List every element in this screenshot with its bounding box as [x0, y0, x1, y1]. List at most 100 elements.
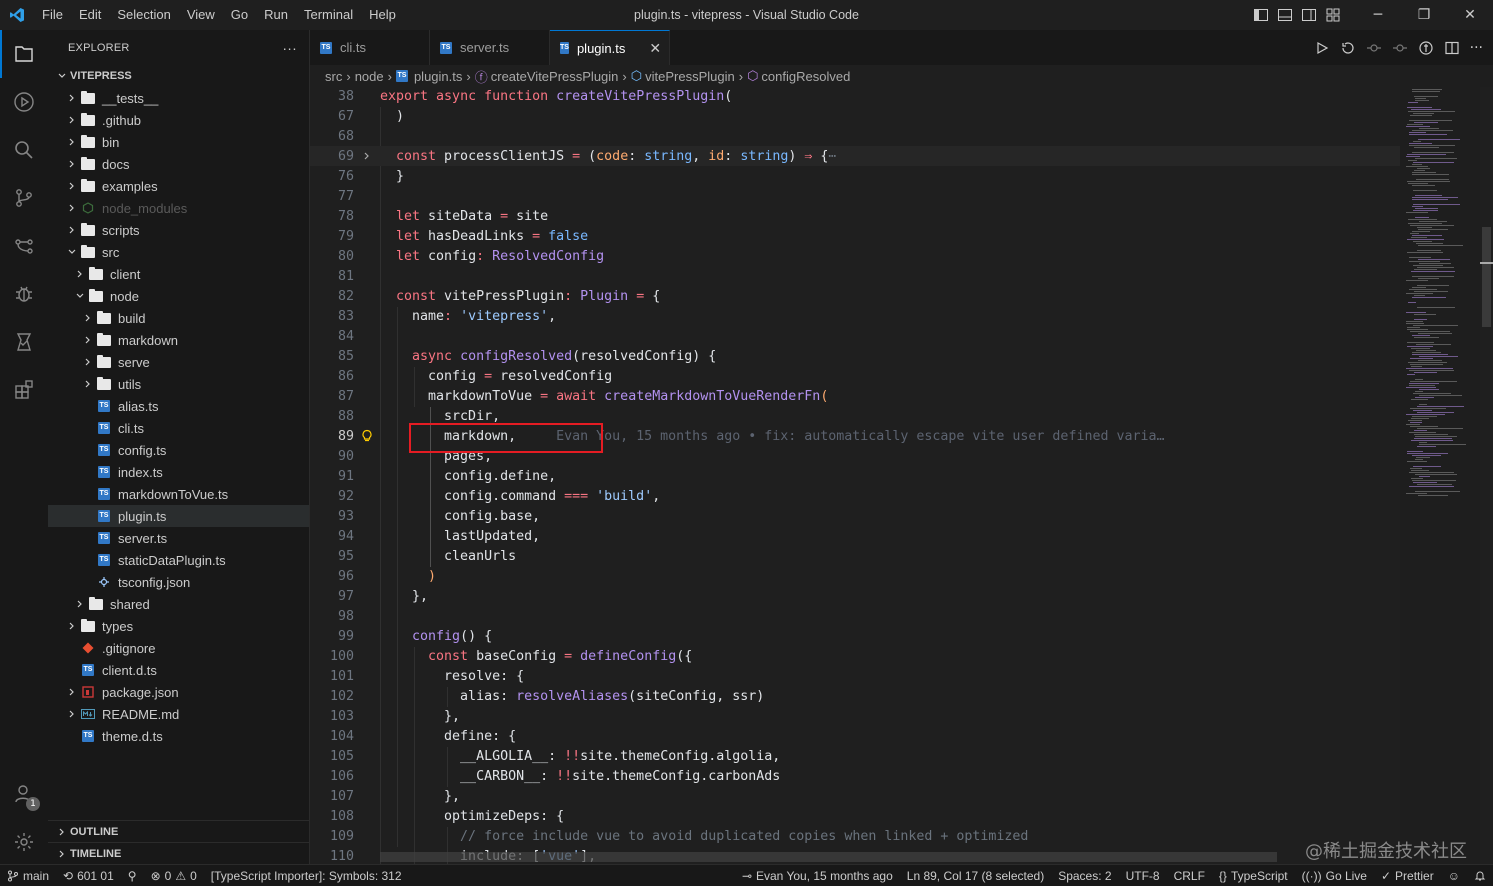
code-editor[interactable]: 38 export async function createVitePressP…: [310, 87, 1400, 864]
code-line[interactable]: 95 cleanUrls: [310, 546, 1400, 566]
tree-folder[interactable]: serve: [48, 351, 309, 373]
outline-section[interactable]: OUTLINE: [48, 820, 310, 842]
code-line[interactable]: 94 lastUpdated,: [310, 526, 1400, 546]
tree-file[interactable]: TS config.ts: [48, 439, 309, 461]
tree-file[interactable]: package.json: [48, 681, 309, 703]
next-change-icon[interactable]: [1392, 40, 1408, 56]
code-line[interactable]: 104 define: {: [310, 726, 1400, 746]
problems-status[interactable]: ⊗ 0 ⚠ 0: [144, 869, 204, 883]
tree-folder[interactable]: types: [48, 615, 309, 637]
code-line[interactable]: 87 markdownToVue = await createMarkdownT…: [310, 386, 1400, 406]
tree-file[interactable]: tsconfig.json: [48, 571, 309, 593]
minimap[interactable]: [1400, 87, 1480, 507]
code-line[interactable]: 83 name: 'vitepress',: [310, 306, 1400, 326]
toggle-secondary-sidebar-icon[interactable]: [1297, 0, 1321, 30]
breadcrumb-item[interactable]: node: [355, 69, 384, 84]
code-line[interactable]: 101 resolve: {: [310, 666, 1400, 686]
code-line[interactable]: 107 },: [310, 786, 1400, 806]
code-line[interactable]: 102 alias: resolveAliases(siteConfig, ss…: [310, 686, 1400, 706]
accounts-icon[interactable]: 1: [0, 770, 48, 818]
menu-terminal[interactable]: Terminal: [296, 0, 361, 30]
horizontal-scrollbar[interactable]: [380, 852, 1277, 862]
open-changes-icon[interactable]: [1340, 40, 1356, 56]
encoding-status[interactable]: UTF-8: [1119, 869, 1167, 883]
code-line[interactable]: 109 // force include vue to avoid duplic…: [310, 826, 1400, 846]
debug-bug-icon[interactable]: [0, 270, 48, 318]
timeline-section[interactable]: TIMELINE: [48, 842, 310, 864]
tree-file[interactable]: TS staticDataPlugin.ts: [48, 549, 309, 571]
menu-file[interactable]: File: [34, 0, 71, 30]
code-line[interactable]: 77: [310, 186, 1400, 206]
code-line[interactable]: 92 config.command === 'build',: [310, 486, 1400, 506]
menu-selection[interactable]: Selection: [109, 0, 178, 30]
lightbulb-icon[interactable]: [354, 429, 380, 443]
run-debug-icon[interactable]: [0, 78, 48, 126]
tree-file[interactable]: TS markdownToVue.ts: [48, 483, 309, 505]
code-line[interactable]: 84: [310, 326, 1400, 346]
sync-status[interactable]: ⟲ 601 01: [56, 869, 121, 883]
code-line[interactable]: 97 },: [310, 586, 1400, 606]
tree-folder[interactable]: __tests__: [48, 87, 309, 109]
customize-layout-icon[interactable]: [1321, 0, 1345, 30]
remote-explorer-icon[interactable]: [0, 222, 48, 270]
tree-file[interactable]: TS plugin.ts: [48, 505, 309, 527]
tree-file[interactable]: TS client.d.ts: [48, 659, 309, 681]
tree-folder[interactable]: docs: [48, 153, 309, 175]
menu-edit[interactable]: Edit: [71, 0, 109, 30]
workspace-root[interactable]: VITEPRESS: [48, 65, 309, 87]
blame-status[interactable]: ⊸ Evan You, 15 months ago: [735, 869, 900, 883]
code-line[interactable]: 108 optimizeDeps: {: [310, 806, 1400, 826]
minimize-icon[interactable]: ─: [1355, 0, 1401, 30]
code-line[interactable]: 80 let config: ResolvedConfig: [310, 246, 1400, 266]
tree-file[interactable]: TS theme.d.ts: [48, 725, 309, 747]
code-line[interactable]: 38 export async function createVitePressP…: [310, 87, 1400, 106]
previous-change-icon[interactable]: [1366, 40, 1382, 56]
breadcrumb-item[interactable]: src: [325, 69, 342, 84]
tree-folder[interactable]: node: [48, 285, 309, 307]
branch-status[interactable]: main: [0, 869, 56, 883]
tree-folder[interactable]: bin: [48, 131, 309, 153]
tab-plugin-ts[interactable]: TS plugin.ts ✕: [550, 30, 670, 65]
tree-folder[interactable]: shared: [48, 593, 309, 615]
code-line[interactable]: 86 config = resolvedConfig: [310, 366, 1400, 386]
code-line[interactable]: 96 ): [310, 566, 1400, 586]
code-line[interactable]: 76 }: [310, 166, 1400, 186]
code-line[interactable]: 100 const baseConfig = defineConfig({: [310, 646, 1400, 666]
search-icon[interactable]: [0, 126, 48, 174]
feedback-icon[interactable]: ☺: [1441, 869, 1467, 883]
tree-folder[interactable]: node_modules: [48, 197, 309, 219]
tree-file[interactable]: TS index.ts: [48, 461, 309, 483]
vertical-scrollbar[interactable]: [1480, 87, 1493, 864]
prettier-status[interactable]: ✓ Prettier: [1374, 869, 1441, 883]
close-tab-icon[interactable]: ✕: [649, 40, 661, 57]
tree-folder[interactable]: .github: [48, 109, 309, 131]
indentation-status[interactable]: Spaces: 2: [1051, 869, 1118, 883]
eol-status[interactable]: CRLF: [1167, 869, 1212, 883]
code-line[interactable]: 85 async configResolved(resolvedConfig) …: [310, 346, 1400, 366]
menu-go[interactable]: Go: [223, 0, 256, 30]
tree-folder[interactable]: scripts: [48, 219, 309, 241]
run-icon[interactable]: [1314, 40, 1330, 56]
code-line[interactable]: 67 ): [310, 106, 1400, 126]
source-control-icon[interactable]: [0, 174, 48, 222]
code-line[interactable]: 79 let hasDeadLinks = false: [310, 226, 1400, 246]
tree-folder[interactable]: client: [48, 263, 309, 285]
tree-file[interactable]: .gitignore: [48, 637, 309, 659]
git-lens-icon[interactable]: [1418, 40, 1434, 56]
code-line[interactable]: 103 },: [310, 706, 1400, 726]
code-line[interactable]: 82 const vitePressPlugin: Plugin = {: [310, 286, 1400, 306]
language-status[interactable]: {} TypeScript: [1212, 869, 1295, 883]
extensions-icon[interactable]: [0, 366, 48, 414]
split-editor-icon[interactable]: [1444, 40, 1460, 56]
explorer-more-icon[interactable]: ···: [282, 40, 297, 56]
toggle-panel-icon[interactable]: [1273, 0, 1297, 30]
tab-server-ts[interactable]: TS server.ts: [430, 30, 550, 65]
tree-file[interactable]: README.md: [48, 703, 309, 725]
cursor-position[interactable]: Ln 89, Col 17 (8 selected): [900, 869, 1051, 883]
tree-folder[interactable]: markdown: [48, 329, 309, 351]
code-line[interactable]: 69 const processClientJS = (code: string…: [310, 146, 1400, 166]
breadcrumb-item[interactable]: vitePressPlugin: [645, 69, 735, 84]
code-line[interactable]: 91 config.define,: [310, 466, 1400, 486]
importer-status[interactable]: [TypeScript Importer]: Symbols: 312: [204, 869, 409, 883]
tab-cli-ts[interactable]: TS cli.ts: [310, 30, 430, 65]
